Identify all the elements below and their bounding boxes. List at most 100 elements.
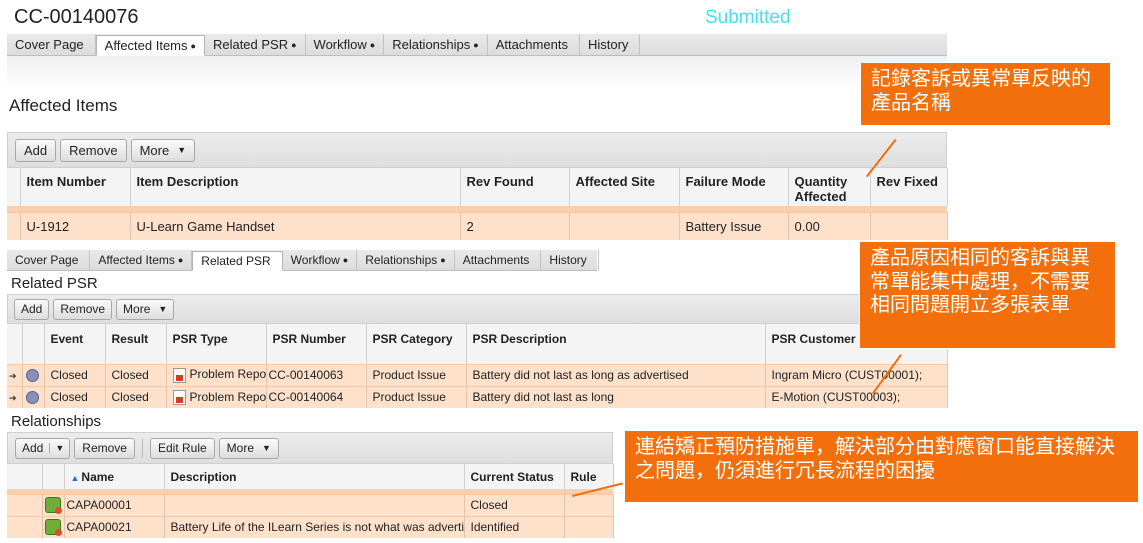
event-cell: Closed: [44, 363, 106, 386]
psr-customer-cell: E-Motion (CUST00003);: [765, 385, 948, 408]
event-cell: Closed: [44, 385, 106, 408]
description-cell: Battery Life of the ILearn Series is not…: [164, 515, 465, 538]
status-label: Submitted: [705, 7, 791, 28]
tab-attachments[interactable]: Attachments: [455, 250, 542, 270]
tab-workflow[interactable]: Workflow ●: [283, 250, 358, 270]
clock-icon: [25, 369, 39, 383]
rev-found-cell: 2: [460, 211, 570, 240]
name-cell[interactable]: CAPA00021: [64, 515, 165, 538]
annotation-callout: 記錄客訴或異常單反映的產品名稱: [860, 62, 1111, 126]
tab-workflow[interactable]: Workflow ●: [306, 34, 385, 55]
psr-customer-cell: Ingram Micro (CUST00001);: [765, 363, 948, 386]
tab-cover-page[interactable]: Cover Page: [7, 250, 91, 270]
description-cell: [164, 493, 465, 516]
edit-rule-button[interactable]: Edit Rule: [149, 437, 215, 459]
add-button[interactable]: Add: [14, 298, 50, 320]
row-arrow-icon: ➔: [9, 371, 17, 381]
table-row[interactable]: ➔ Closed Closed Problem Repo CC-00140063…: [7, 363, 948, 386]
psr-number-cell[interactable]: CC-00140064: [266, 385, 367, 408]
remove-button[interactable]: Remove: [53, 298, 113, 320]
relationships-toolbar: Add ▼ Remove Edit Rule More ▼: [7, 432, 613, 464]
more-button[interactable]: More ▼: [130, 138, 196, 162]
relationships-table: ▲ Name Description Current Status Rule CA…: [7, 464, 614, 538]
column-header[interactable]: Quantity Affected: [788, 168, 871, 206]
add-button[interactable]: Add: [15, 138, 57, 162]
affected-site-cell: [569, 211, 680, 240]
column-header[interactable]: PSR Description: [466, 324, 766, 364]
tab-history[interactable]: History: [580, 34, 641, 55]
table-row[interactable]: U-1912 U-Learn Game Handset 2 Battery Is…: [7, 211, 948, 240]
psr-category-cell: Product Issue: [366, 385, 467, 408]
psr-description-cell: Battery did not last as long: [466, 385, 766, 408]
column-header[interactable]: Event: [44, 324, 106, 364]
remove-button[interactable]: Remove: [60, 138, 127, 162]
tab-related-psr[interactable]: Related PSR: [192, 251, 283, 271]
column-header[interactable]: Rev Fixed: [870, 168, 948, 206]
annotation-callout: 連結矯正預防措施單，解決部分由對應窗口能直接解決之問題，仍須進行冗長流程的困擾: [624, 430, 1139, 503]
remove-button[interactable]: Remove: [74, 437, 135, 459]
column-header[interactable]: Item Number: [20, 168, 131, 206]
column-header[interactable]: Current Status: [464, 464, 565, 489]
more-button[interactable]: More ▼: [218, 437, 279, 459]
column-header[interactable]: Description: [164, 464, 465, 489]
chevron-down-icon[interactable]: ▼: [49, 443, 69, 453]
capa-icon: [44, 497, 62, 514]
section-title-affected-items: Affected Items: [9, 96, 118, 115]
rule-cell[interactable]: [564, 493, 614, 516]
item-number-cell[interactable]: U-1912: [20, 211, 131, 240]
failure-mode-cell: Battery Issue: [679, 211, 789, 240]
related-psr-toolbar: Add Remove More ▼: [7, 294, 947, 324]
column-header[interactable]: PSR Type: [166, 324, 267, 364]
rule-cell[interactable]: [564, 515, 614, 538]
affected-items-table: Item Number Item Description Rev Found A…: [7, 168, 948, 240]
tab-bar-middle: Cover Page Affected Items ● Related PSR W…: [7, 250, 599, 271]
related-psr-table: Event Result PSR Type PSR Number PSR Cat…: [7, 324, 948, 408]
psr-category-cell: Product Issue: [366, 363, 467, 386]
tab-affected-items[interactable]: Affected Items ●: [95, 35, 205, 56]
name-cell[interactable]: CAPA00001: [64, 493, 165, 516]
tab-attachments[interactable]: Attachments: [488, 34, 580, 55]
column-header[interactable]: PSR Category: [366, 324, 467, 364]
table-row[interactable]: CAPA00001 Closed: [7, 493, 614, 516]
tab-affected-items[interactable]: Affected Items ●: [90, 250, 193, 270]
section-title-relationships: Relationships: [11, 413, 102, 430]
column-header[interactable]: Rule: [564, 464, 614, 489]
psr-description-cell: Battery did not last as long as advertis…: [466, 363, 766, 386]
chevron-down-icon: ▼: [158, 304, 168, 314]
more-button[interactable]: More ▼: [116, 298, 175, 320]
tab-relationships[interactable]: Relationships ●: [357, 250, 455, 270]
add-split-button[interactable]: Add ▼: [15, 437, 71, 459]
annotation-callout: 產品原因相同的客訴與異常單能集中處理，不需要相同問題開立多張表單: [859, 241, 1116, 349]
column-header[interactable]: PSR Number: [266, 324, 367, 364]
clock-icon: [25, 391, 39, 405]
column-header-name[interactable]: ▲ Name: [64, 464, 165, 489]
document-icon: [172, 389, 186, 405]
column-header[interactable]: Affected Site: [569, 168, 680, 206]
result-cell: Closed: [105, 363, 167, 386]
record-id: CC-00140076: [14, 6, 139, 28]
column-header[interactable]: Result: [105, 324, 167, 364]
tab-cover-page[interactable]: Cover Page: [7, 34, 96, 55]
column-header[interactable]: Rev Found: [460, 168, 570, 206]
affected-items-toolbar: Add Remove More ▼: [7, 132, 947, 168]
column-header[interactable]: Failure Mode: [679, 168, 789, 206]
tab-content-fade: [7, 56, 947, 90]
quantity-cell: 0.00: [788, 211, 871, 240]
psr-type-cell: Problem Repo: [166, 363, 267, 386]
tab-bar-top: Cover Page Affected Items ● Related PSR ● …: [7, 34, 947, 56]
capa-icon: [44, 519, 62, 537]
rev-fixed-cell: [870, 211, 948, 240]
chevron-down-icon: ▼: [177, 145, 187, 155]
tab-history[interactable]: History: [541, 250, 599, 270]
psr-number-cell[interactable]: CC-00140063: [266, 363, 367, 386]
document-icon: [172, 367, 186, 383]
item-description-cell: U-Learn Game Handset: [130, 211, 461, 240]
status-cell: Closed: [464, 493, 565, 516]
chevron-down-icon: ▼: [262, 443, 271, 453]
column-header[interactable]: Item Description: [130, 168, 461, 206]
table-row[interactable]: CAPA00021 Battery Life of the ILearn Ser…: [7, 515, 614, 538]
status-cell: Identified: [464, 515, 565, 538]
tab-related-psr[interactable]: Related PSR ●: [205, 34, 306, 55]
table-row[interactable]: ➔ Closed Closed Problem Repo CC-00140064…: [7, 385, 948, 408]
tab-relationships[interactable]: Relationships ●: [384, 34, 488, 55]
